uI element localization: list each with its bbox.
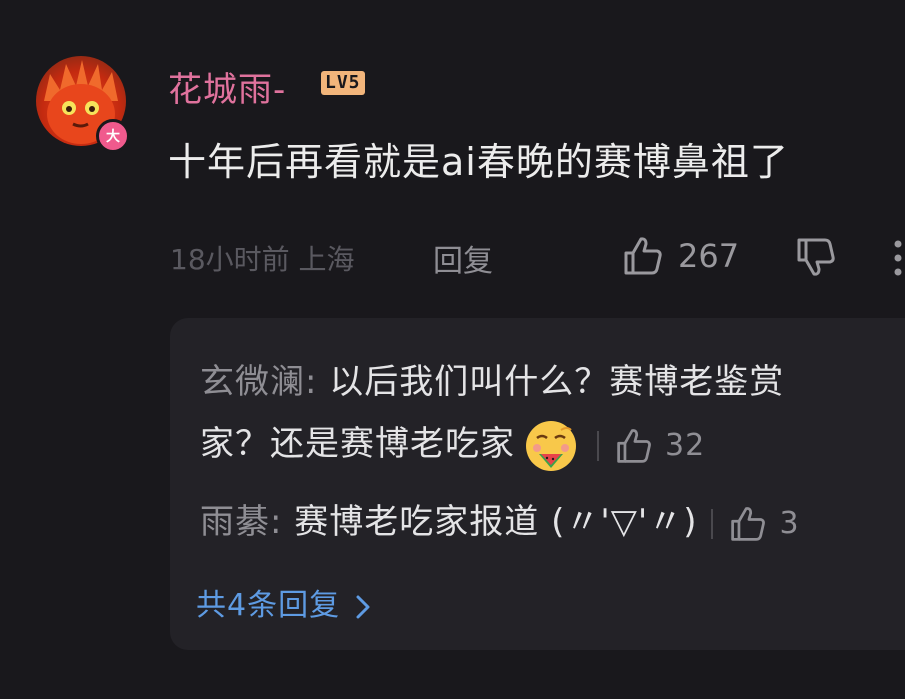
like-count: 267 <box>678 237 740 275</box>
reply-item-2[interactable]: 雨綦: 赛博老吃家报道 (〃'▽'〃) 3 <box>200 494 800 543</box>
reply-like-button[interactable]: 3 <box>729 505 799 543</box>
reply-like-count: 32 <box>665 428 706 463</box>
comment-page: 大 花城雨- LV5 十年后再看就是ai春晚的赛博鼻祖了 18小时前 上海 回复… <box>0 0 905 699</box>
reply-author[interactable]: 雨綦: <box>200 502 282 542</box>
comment-text: 十年后再看就是ai春晚的赛博鼻祖了 <box>168 140 789 184</box>
dislike-button[interactable] <box>795 236 837 282</box>
reply-item-1-line2: 家？还是赛博老吃家 32 <box>200 416 705 474</box>
avatar-badge: 大 <box>96 119 130 153</box>
thumbs-up-icon <box>617 428 651 463</box>
more-options-icon[interactable] <box>888 238 905 278</box>
divider <box>711 508 714 539</box>
reply-like-button[interactable]: 32 <box>615 427 705 465</box>
reply-like-count: 3 <box>779 506 800 541</box>
comment-time-location: 18小时前 上海 <box>170 243 355 276</box>
thumbs-down-icon <box>797 238 835 276</box>
eating-watermelon-emoji-icon <box>526 420 576 471</box>
reply-item-1-line1[interactable]: 玄微澜: 以后我们叫什么？赛博老鉴赏 <box>200 354 784 403</box>
replies-panel: 玄微澜: 以后我们叫什么？赛博老鉴赏 家？还是赛博老吃家 32 雨綦: 赛博老吃… <box>170 318 905 650</box>
reply-text: 赛博老吃家报道 (〃'▽'〃) <box>282 502 698 542</box>
level-badge: LV5 <box>321 71 365 95</box>
username[interactable]: 花城雨- <box>168 62 286 111</box>
view-all-replies-link[interactable]: 共4条回复 <box>196 580 372 624</box>
reply-text: 家？还是赛博老吃家 <box>200 424 515 464</box>
thumbs-up-icon <box>624 237 662 275</box>
reply-author[interactable]: 玄微澜: <box>200 362 317 402</box>
divider <box>597 430 599 461</box>
view-all-replies-label: 共4条回复 <box>196 588 341 623</box>
thumbs-up-icon <box>731 506 766 541</box>
reply-button[interactable]: 回复 <box>433 236 493 280</box>
chevron-right-icon <box>356 595 370 618</box>
reply-text: 以后我们叫什么？赛博老鉴赏 <box>317 362 785 402</box>
like-button[interactable]: 267 <box>622 234 739 278</box>
